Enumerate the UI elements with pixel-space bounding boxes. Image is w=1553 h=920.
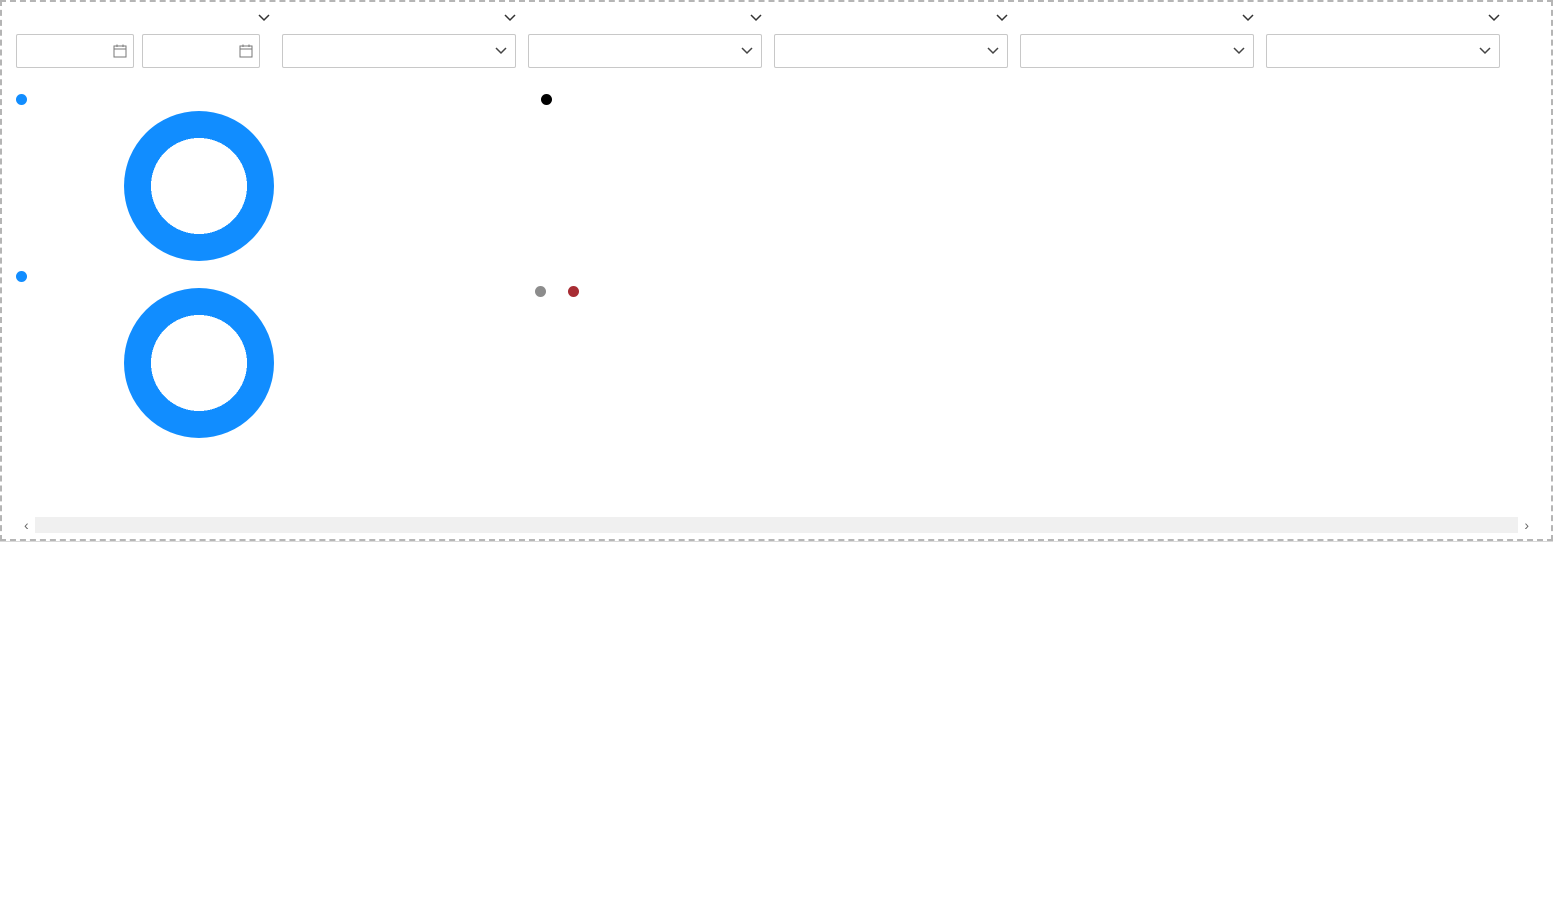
filters-row xyxy=(2,2,1551,74)
exception-rule-select[interactable] xyxy=(528,34,762,68)
calendar-icon xyxy=(239,44,253,58)
legend-swatch-icon xyxy=(16,271,27,282)
chevron-down-icon xyxy=(1233,45,1245,57)
status-donut xyxy=(124,111,274,261)
chevron-down-icon[interactable] xyxy=(996,12,1008,24)
status-overall-visual[interactable] xyxy=(10,94,535,261)
chevron-down-icon xyxy=(495,45,507,57)
calendar-icon xyxy=(113,44,127,58)
chevron-down-icon xyxy=(1479,45,1491,57)
flow-exceptions-detail-visual[interactable]: ‹ › xyxy=(2,496,1551,539)
table-horizontal-scrollbar[interactable]: ‹ › xyxy=(14,515,1539,539)
chevron-down-icon[interactable] xyxy=(1242,12,1254,24)
filter-host-name xyxy=(1260,8,1506,68)
scroll-left-icon[interactable]: ‹ xyxy=(18,517,35,533)
ebm-chart xyxy=(535,111,1475,271)
filter-date xyxy=(10,8,276,68)
host-name-select[interactable] xyxy=(1266,34,1500,68)
filter-environment xyxy=(276,8,522,68)
frt-chart xyxy=(535,301,1475,481)
filter-desktop-flow-name xyxy=(1014,8,1260,68)
th-mode[interactable] xyxy=(1239,496,1339,513)
th-rule[interactable] xyxy=(14,496,169,513)
legend-swatch-icon xyxy=(568,286,579,297)
filter-cloud-flow-name xyxy=(768,8,1014,68)
th-time[interactable] xyxy=(1339,496,1524,513)
date-from-input[interactable] xyxy=(16,34,134,68)
date-to-input[interactable] xyxy=(142,34,260,68)
legend-swatch-icon xyxy=(16,94,27,105)
chevron-down-icon[interactable] xyxy=(1488,12,1500,24)
chevron-down-icon[interactable] xyxy=(258,12,270,24)
chevron-down-icon xyxy=(987,45,999,57)
detail-table xyxy=(14,496,1539,514)
chevron-down-icon[interactable] xyxy=(750,12,762,24)
exceptions-by-month-visual[interactable] xyxy=(535,94,1543,276)
chevron-down-icon[interactable] xyxy=(504,12,516,24)
failure-rate-by-type-visual[interactable] xyxy=(535,286,1543,486)
total-exceptions-by-rule-visual[interactable] xyxy=(10,271,535,438)
scroll-track[interactable] xyxy=(35,517,1519,533)
legend-swatch-icon xyxy=(541,94,552,105)
scroll-right-icon[interactable]: › xyxy=(1518,517,1535,533)
environment-select[interactable] xyxy=(282,34,516,68)
th-extra[interactable] xyxy=(1524,496,1539,513)
th-msg[interactable] xyxy=(779,496,1104,513)
th-code[interactable] xyxy=(509,496,779,513)
desktop-flow-name-select[interactable] xyxy=(1020,34,1254,68)
legend-swatch-icon xyxy=(535,286,546,297)
th-host[interactable] xyxy=(1104,496,1239,513)
cloud-flow-name-select[interactable] xyxy=(774,34,1008,68)
table-header-row xyxy=(14,496,1539,513)
page-tabs xyxy=(0,541,1553,542)
chevron-down-icon xyxy=(741,45,753,57)
exceptions-rule-donut xyxy=(124,288,274,438)
th-desktop[interactable] xyxy=(359,496,509,513)
th-cloud[interactable] xyxy=(169,496,359,513)
filter-exception-rule xyxy=(522,8,768,68)
